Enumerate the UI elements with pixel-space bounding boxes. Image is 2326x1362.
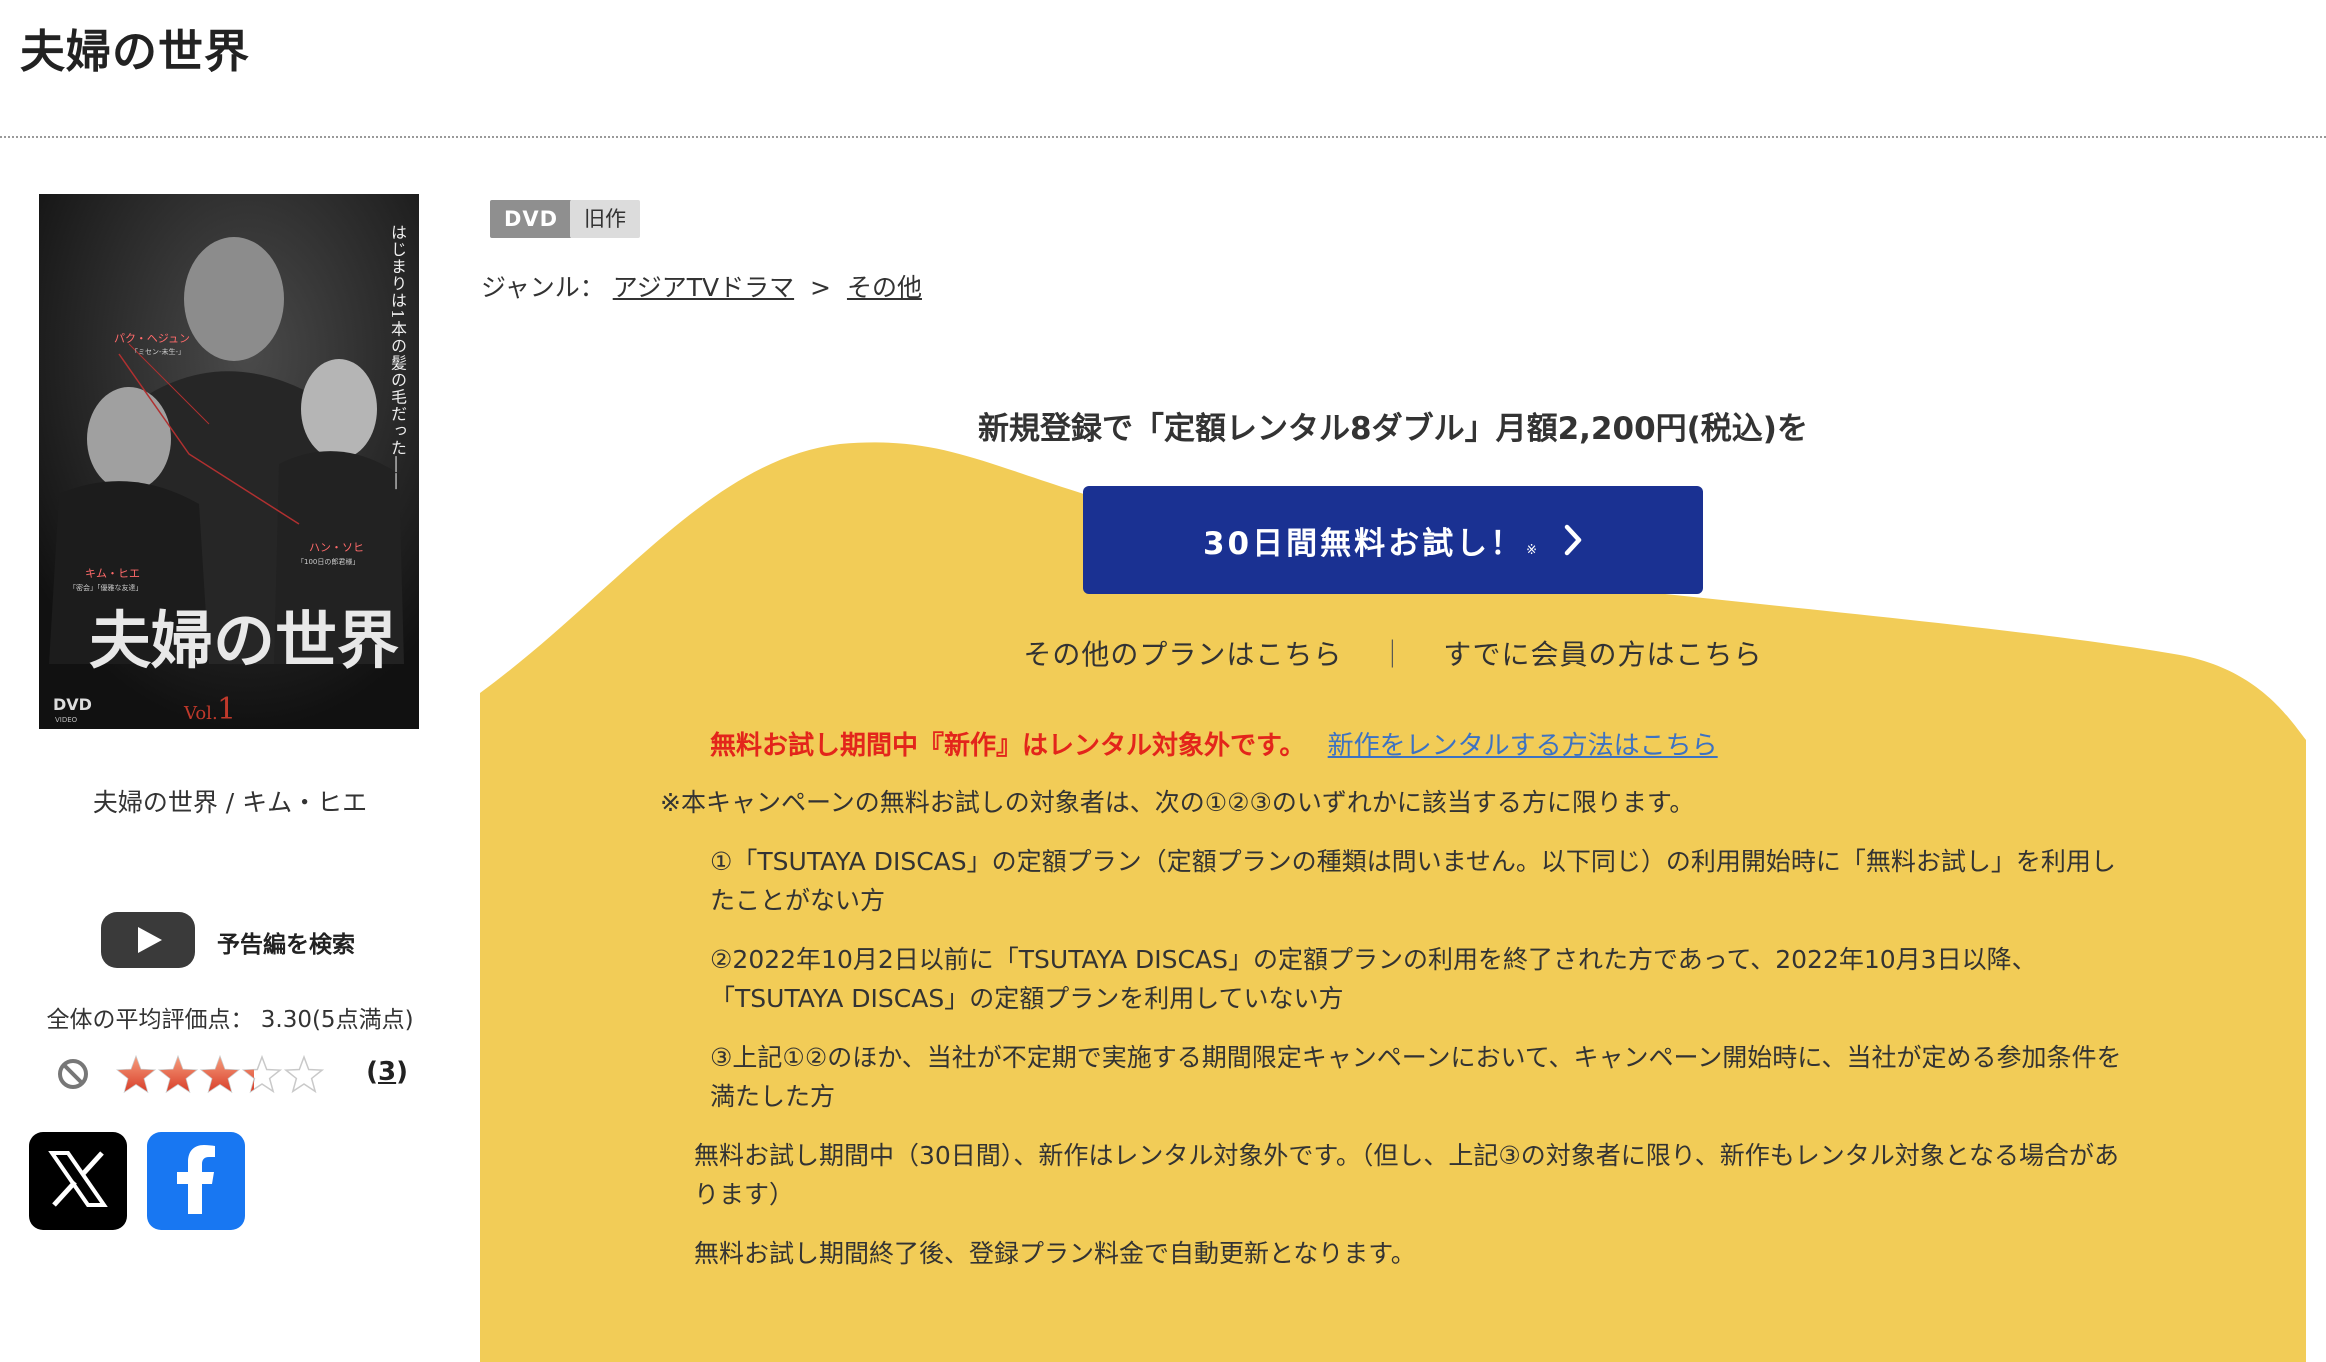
x-logo-icon <box>46 1147 110 1215</box>
status-badge: 旧作 <box>570 200 640 238</box>
review-count-link[interactable]: (3) <box>366 1057 408 1087</box>
eligibility-condition-3: ③上記①②のほか、当社が不定期で実施する期間限定キャンペーンにおいて、キャンペー… <box>710 1043 2122 1111</box>
auto-renewal-note: 無料お試し期間終了後、登録プラン料金で自動更新となります。 <box>694 1239 1416 1268</box>
new-release-warning: 無料お試し期間中『新作』はレンタル対象外です。 新作をレンタルする方法はこちら <box>710 725 1718 762</box>
trailer-search-button[interactable]: 予告編を検索 <box>101 912 355 972</box>
youtube-play-icon <box>101 910 195 974</box>
share-x-button[interactable] <box>29 1132 127 1230</box>
cover-cast-role-2: 「密会」「優雅な友達」 <box>69 583 143 592</box>
rating-star-fill <box>159 1057 197 1092</box>
dvd-cover-image[interactable]: 夫婦の世界 Vol. 1 DVD VIDEO パク・ヘジュン 「ミセン-未生-」… <box>39 194 419 729</box>
prohibit-icon[interactable] <box>56 1057 90 1095</box>
cover-title-text: 夫婦の世界 <box>89 604 399 677</box>
plan-links: その他のプランはこちら ｜ すでに会員の方はこちら <box>480 633 2306 673</box>
other-plans-link[interactable]: その他のプランはこちら <box>1023 638 1342 671</box>
cover-cast-name-2: キム・ヒエ <box>85 567 140 580</box>
header-divider <box>0 136 2326 138</box>
trial-period-note: 無料お試し期間中（30日間）、新作はレンタル対象外です。（但し、上記③の対象者に… <box>694 1141 2119 1209</box>
genre-link-other[interactable]: その他 <box>847 273 922 302</box>
facebook-logo-icon <box>164 1144 228 1218</box>
cover-cast-role-3: 「100日の郎君様」 <box>297 557 359 566</box>
review-count-open: ( <box>366 1057 379 1087</box>
new-release-rental-link[interactable]: 新作をレンタルする方法はこちら <box>1328 731 1718 761</box>
genre-link-asian-tv-drama[interactable]: アジアTVドラマ <box>613 273 794 302</box>
cover-vol-number: 1 <box>217 692 236 727</box>
rating-row: (3) <box>56 1053 416 1099</box>
genre-separator: > <box>810 273 831 302</box>
cover-cast-name-1: パク・ヘジュン <box>114 332 190 345</box>
cover-cast-name-3: ハン・ソヒ <box>309 541 364 554</box>
eligibility-condition-1: ①「TSUTAYA DISCAS」の定額プラン（定額プランの種類は問いません。以… <box>710 847 2116 915</box>
review-count-close: ) <box>396 1057 408 1087</box>
trailer-search-label: 予告編を検索 <box>217 932 355 958</box>
share-facebook-button[interactable] <box>147 1132 245 1230</box>
review-count: 3 <box>378 1057 397 1087</box>
rating-stars[interactable] <box>115 1054 326 1101</box>
free-trial-button[interactable]: 30日間無料お試し！ ※ <box>1083 486 1703 594</box>
warning-text: 無料お試し期間中『新作』はレンタル対象外です。 <box>710 731 1306 761</box>
free-trial-label: 30日間無料お試し！ <box>1202 525 1525 562</box>
cover-dvd-logo: DVD <box>53 695 92 714</box>
genre-breadcrumb: ジャンル： アジアTVドラマ > その他 <box>481 268 922 304</box>
genre-label: ジャンル： <box>481 273 605 302</box>
rating-star-outline <box>283 1054 325 1094</box>
format-badge: DVD <box>490 200 573 238</box>
plan-links-divider: ｜ <box>1378 638 1408 671</box>
chevron-right-icon <box>1563 524 1583 556</box>
member-login-link[interactable]: すでに会員の方はこちら <box>1443 638 1762 671</box>
rating-star-fill <box>117 1057 155 1092</box>
cover-dvd-logo-sub: VIDEO <box>55 716 78 724</box>
average-rating-text: 全体の平均評価点： 3.30(5点満点) <box>46 1007 414 1033</box>
campaign-eligibility-note: ※本キャンペーンの無料お試しの対象者は、次の①②③のいずれかに該当する方に限りま… <box>660 788 1695 817</box>
cover-vol-text: Vol. <box>183 703 218 724</box>
eligibility-condition-2: ②2022年10月2日以前に「TSUTAYA DISCAS」の定額プランの利用を… <box>710 945 2037 1013</box>
cover-cast-role-1: 「ミセン-未生-」 <box>131 347 185 356</box>
free-trial-note-mark: ※ <box>1526 542 1538 558</box>
product-caption: 夫婦の世界 / キム・ヒエ <box>92 788 368 817</box>
rating-star-fill <box>201 1057 239 1092</box>
cover-tagline: はじまりは1本の髪の毛だった―― <box>388 224 407 491</box>
page-title: 夫婦の世界 <box>20 25 251 78</box>
promo-headline: 新規登録で「定額レンタル8ダブル」月額2,200円(税込)を <box>978 411 1808 447</box>
